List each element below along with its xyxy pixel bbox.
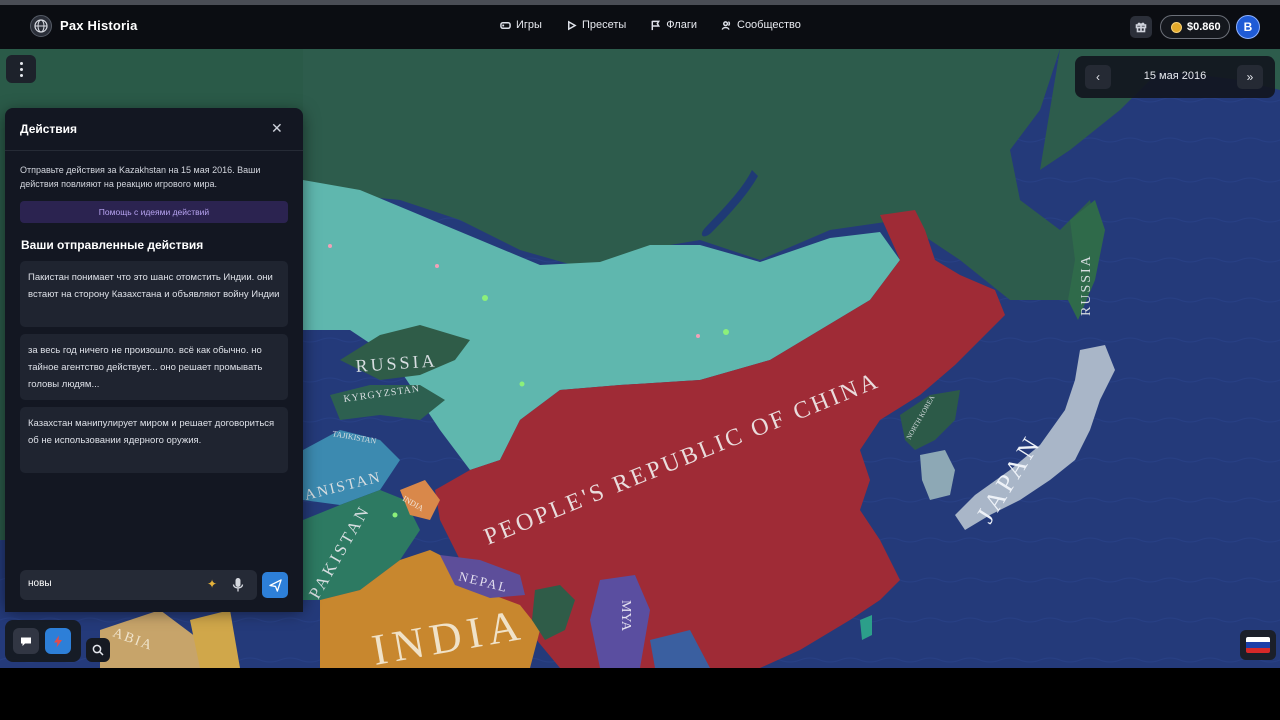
chevron-left-icon: ‹ (1096, 70, 1100, 84)
nav-games[interactable]: Игры (500, 19, 542, 31)
action-mode-button[interactable] (45, 628, 71, 654)
dot-icon (19, 61, 23, 65)
user-avatar[interactable]: B (1236, 15, 1260, 39)
gift-button[interactable] (1130, 16, 1152, 38)
nav-presets-label: Пресеты (581, 19, 627, 31)
microphone-icon[interactable] (232, 577, 244, 593)
city-marker[interactable] (723, 329, 729, 335)
action-input[interactable]: новы ✦ (20, 570, 257, 600)
country-flag-button[interactable] (1240, 630, 1276, 660)
label-myanmar: MYA (618, 600, 633, 632)
action-input-value: новы (28, 578, 52, 589)
balance-badge[interactable]: $0.860 (1160, 15, 1230, 39)
mode-toggle-group (5, 620, 81, 662)
gamepad-icon (500, 21, 511, 29)
action-card[interactable]: Пакистан понимает что это шанс отомстить… (20, 261, 288, 327)
date-widget: ‹ 15 мая 2016 » (1075, 56, 1275, 98)
action-composer: новы ✦ (5, 558, 303, 612)
chat-mode-button[interactable] (13, 628, 39, 654)
flag-stripe-red (1246, 647, 1270, 653)
double-chevron-right-icon: » (1246, 70, 1254, 84)
bottom-bar (0, 668, 1280, 720)
search-icon (92, 644, 104, 656)
panel-title: Действия (20, 122, 78, 136)
play-icon (567, 20, 577, 30)
actions-panel: Действия ✕ Отправьте действия за Kazakhs… (5, 108, 303, 608)
send-button[interactable] (262, 572, 288, 598)
nav-community[interactable]: Сообщество (721, 19, 801, 31)
city-marker[interactable] (696, 334, 700, 338)
panel-description: Отправьте действия за Kazakhstan на 15 м… (20, 165, 261, 189)
city-marker[interactable] (435, 264, 439, 268)
dot-icon (19, 73, 23, 77)
balance-value: $0.860 (1187, 21, 1221, 33)
nav-presets[interactable]: Пресеты (566, 19, 626, 31)
brand-name[interactable]: Pax Historia (60, 18, 138, 33)
action-ideas-button[interactable]: Помощь с идеями действий (20, 201, 288, 223)
action-card[interactable]: Казахстан манипулирует миром и решает до… (20, 407, 288, 473)
close-icon[interactable]: ✕ (271, 120, 283, 137)
divider (5, 150, 303, 151)
current-date: 15 мая 2016 (1143, 70, 1207, 82)
russian-flag-icon (1246, 637, 1270, 653)
nav-games-label: Игры (516, 19, 542, 31)
users-icon (721, 20, 731, 30)
flag-icon (651, 20, 661, 30)
city-marker[interactable] (392, 512, 398, 518)
top-navbar: Pax Historia Игры Пресеты Флаги Сообщест… (0, 5, 1280, 49)
city-marker[interactable] (482, 295, 488, 301)
gift-icon (1135, 22, 1147, 33)
globe-logo-icon[interactable] (30, 15, 52, 37)
dot-icon (19, 67, 23, 71)
map-search-button[interactable] (86, 638, 110, 662)
lightning-icon (54, 635, 62, 647)
label-russia-east: RUSSIA (1079, 254, 1094, 316)
advance-time-button[interactable]: » (1237, 65, 1263, 89)
prev-date-button[interactable]: ‹ (1085, 65, 1111, 89)
city-marker[interactable] (519, 381, 525, 387)
app-root: Pax Historia Игры Пресеты Флаги Сообщест… (0, 0, 1280, 720)
nav-flags-label: Флаги (666, 19, 697, 31)
more-menu-button[interactable] (6, 55, 36, 83)
action-card[interactable]: за весь год ничего не произошло. всё как… (20, 334, 288, 400)
chat-bubble-icon (21, 637, 31, 646)
city-marker[interactable] (328, 244, 332, 248)
sparkle-icon[interactable]: ✦ (207, 577, 217, 591)
send-icon (268, 578, 282, 592)
nav-flags[interactable]: Флаги (650, 19, 697, 31)
sent-actions-heading: Ваши отправленные действия (21, 238, 204, 252)
main-nav: Игры Пресеты Флаги Сообщество (500, 19, 801, 31)
coin-icon (1171, 21, 1182, 33)
nav-community-label: Сообщество (737, 19, 801, 31)
